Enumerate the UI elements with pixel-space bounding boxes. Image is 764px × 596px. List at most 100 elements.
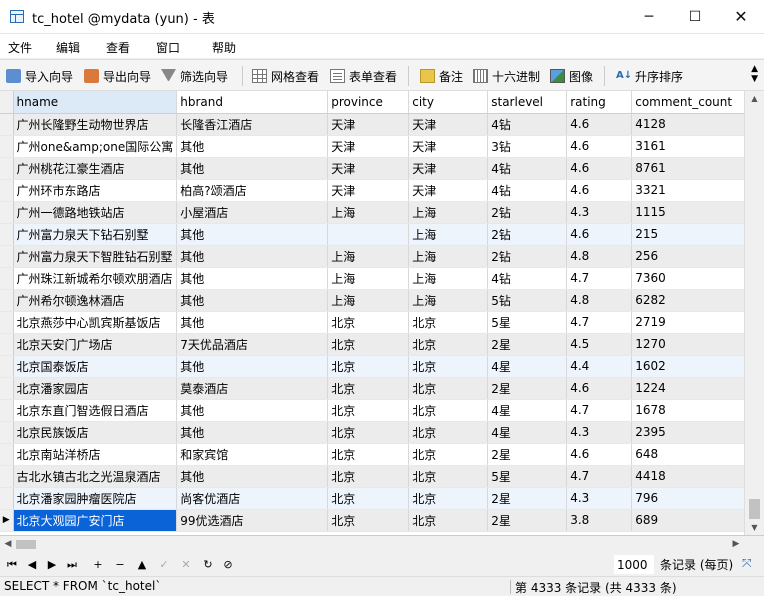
cell-starlevel[interactable]: 5星 bbox=[487, 465, 568, 488]
cell-comment-count[interactable]: 2395 bbox=[631, 421, 758, 444]
cell-hbrand[interactable]: 尚客优酒店 bbox=[176, 487, 329, 510]
cell-province[interactable]: 北京 bbox=[327, 487, 410, 510]
filter-wizard-button[interactable]: 筛选向导 bbox=[161, 66, 228, 86]
cell-rating[interactable]: 4.3 bbox=[566, 421, 633, 444]
column-header-starlevel[interactable]: starlevel bbox=[487, 91, 568, 114]
cell-hbrand[interactable]: 莫泰酒店 bbox=[176, 377, 329, 400]
cell-starlevel[interactable]: 2钻 bbox=[487, 245, 568, 268]
cell-province[interactable]: 北京 bbox=[327, 333, 410, 356]
row-header[interactable] bbox=[0, 421, 14, 444]
cell-province[interactable]: 北京 bbox=[327, 465, 410, 488]
cell-city[interactable]: 北京 bbox=[408, 509, 489, 532]
table-row[interactable]: 北京潘家园肿瘤医院店 尚客优酒店 北京 北京 2星 4.3 796 bbox=[0, 487, 758, 510]
cell-comment-count[interactable]: 3161 bbox=[631, 135, 758, 158]
cell-starlevel[interactable]: 4钻 bbox=[487, 179, 568, 202]
row-header[interactable] bbox=[0, 179, 14, 202]
cell-rating[interactable]: 4.3 bbox=[566, 201, 633, 224]
cell-comment-count[interactable]: 1602 bbox=[631, 355, 758, 378]
add-record-icon[interactable]: + bbox=[90, 556, 106, 573]
cell-starlevel[interactable]: 4星 bbox=[487, 421, 568, 444]
cell-province[interactable]: 北京 bbox=[327, 355, 410, 378]
last-record-icon[interactable]: ⏭ bbox=[64, 556, 80, 573]
row-header[interactable] bbox=[0, 399, 14, 422]
cell-hname[interactable]: 北京东直门智选假日酒店 bbox=[13, 399, 178, 422]
cell-province[interactable]: 上海 bbox=[327, 267, 410, 290]
cell-hname[interactable]: 广州一德路地铁站店 bbox=[13, 201, 178, 224]
import-wizard-button[interactable]: 导入向导 bbox=[6, 66, 73, 86]
cell-rating[interactable]: 4.3 bbox=[566, 487, 633, 510]
cell-starlevel[interactable]: 2星 bbox=[487, 443, 568, 466]
cell-starlevel[interactable]: 2星 bbox=[487, 333, 568, 356]
cell-rating[interactable]: 4.6 bbox=[566, 113, 633, 136]
image-button[interactable]: 图像 bbox=[550, 66, 593, 86]
export-wizard-button[interactable]: 导出向导 bbox=[84, 66, 151, 86]
cell-starlevel[interactable]: 2星 bbox=[487, 487, 568, 510]
cell-comment-count[interactable]: 689 bbox=[631, 509, 758, 532]
cell-province[interactable] bbox=[327, 223, 410, 246]
menu-help[interactable]: 帮助 bbox=[212, 39, 236, 56]
column-header-hbrand[interactable]: hbrand bbox=[176, 91, 329, 114]
cell-city[interactable]: 天津 bbox=[408, 135, 489, 158]
cell-comment-count[interactable]: 2719 bbox=[631, 311, 758, 334]
cell-city[interactable]: 北京 bbox=[408, 333, 489, 356]
cell-hbrand[interactable]: 小屋酒店 bbox=[176, 201, 329, 224]
cell-city[interactable]: 上海 bbox=[408, 267, 489, 290]
cell-comment-count[interactable]: 796 bbox=[631, 487, 758, 510]
cell-province[interactable]: 天津 bbox=[327, 157, 410, 180]
cell-hname[interactable]: 北京潘家园店 bbox=[13, 377, 178, 400]
row-header[interactable] bbox=[0, 113, 14, 136]
previous-record-icon[interactable]: ◀ bbox=[24, 556, 40, 573]
scroll-right-icon[interactable]: ▶ bbox=[728, 536, 744, 553]
cell-hname[interactable]: 北京南站洋桥店 bbox=[13, 443, 178, 466]
row-header[interactable] bbox=[0, 311, 14, 334]
cell-hname[interactable]: 北京潘家园肿瘤医院店 bbox=[13, 487, 178, 510]
row-header[interactable] bbox=[0, 245, 14, 268]
cell-hname[interactable]: 古北水镇古北之光温泉酒店 bbox=[13, 465, 178, 488]
cell-hname[interactable]: 广州长隆野生动物世界店 bbox=[13, 113, 178, 136]
table-row[interactable]: 北京东直门智选假日酒店 其他 北京 北京 4星 4.7 1678 bbox=[0, 399, 758, 422]
cell-rating[interactable]: 4.6 bbox=[566, 223, 633, 246]
cell-starlevel[interactable]: 5钻 bbox=[487, 289, 568, 312]
row-header[interactable] bbox=[0, 135, 14, 158]
cell-hname[interactable]: 广州环市东路店 bbox=[13, 179, 178, 202]
cell-hname[interactable]: 广州富力泉天下智胜钻石别墅 bbox=[13, 245, 178, 268]
menu-window[interactable]: 窗口 bbox=[156, 39, 180, 56]
table-row[interactable]: ▶ 北京大观园广安门店 99优选酒店 北京 北京 2星 3.8 689 bbox=[0, 509, 758, 532]
table-row[interactable]: 北京燕莎中心凯宾斯基饭店 其他 北京 北京 5星 4.7 2719 bbox=[0, 311, 758, 334]
cell-hbrand[interactable]: 柏高?颂酒店 bbox=[176, 179, 329, 202]
table-row[interactable]: 广州珠江新城希尔顿欢朋酒店 其他 上海 上海 4钻 4.7 7360 bbox=[0, 267, 758, 290]
toolbar-overflow-button[interactable]: ▲ ▼ bbox=[751, 64, 758, 84]
row-header[interactable] bbox=[0, 465, 14, 488]
scroll-left-icon[interactable]: ◀ bbox=[0, 536, 16, 553]
grid-view-button[interactable]: 网格查看 bbox=[252, 66, 319, 86]
next-record-icon[interactable]: ▶ bbox=[44, 556, 60, 573]
sort-ascending-button[interactable]: A↓ 升序排序 bbox=[616, 66, 683, 86]
horizontal-scrollbar[interactable]: ◀ ▶ bbox=[0, 536, 744, 553]
cell-province[interactable]: 天津 bbox=[327, 113, 410, 136]
table-row[interactable]: 北京民族饭店 其他 北京 北京 4星 4.3 2395 bbox=[0, 421, 758, 444]
column-header-comment-count[interactable]: comment_count bbox=[631, 91, 758, 114]
cell-city[interactable]: 上海 bbox=[408, 223, 489, 246]
table-row[interactable]: 北京国泰饭店 其他 北京 北京 4星 4.4 1602 bbox=[0, 355, 758, 378]
table-row[interactable]: 广州桃花江豪生酒店 其他 天津 天津 4钻 4.6 8761 bbox=[0, 157, 758, 180]
cell-province[interactable]: 北京 bbox=[327, 311, 410, 334]
cell-comment-count[interactable]: 256 bbox=[631, 245, 758, 268]
cell-city[interactable]: 天津 bbox=[408, 157, 489, 180]
cell-hname[interactable]: 北京天安门广场店 bbox=[13, 333, 178, 356]
cell-comment-count[interactable]: 1115 bbox=[631, 201, 758, 224]
cell-province[interactable]: 上海 bbox=[327, 245, 410, 268]
move-up-icon[interactable]: ▲ bbox=[134, 556, 150, 573]
vertical-scroll-thumb[interactable] bbox=[749, 499, 760, 519]
scroll-up-icon[interactable]: ▲ bbox=[745, 91, 764, 107]
cell-rating[interactable]: 4.7 bbox=[566, 465, 633, 488]
menu-edit[interactable]: 编辑 bbox=[56, 39, 80, 56]
cell-province[interactable]: 上海 bbox=[327, 289, 410, 312]
cell-province[interactable]: 北京 bbox=[327, 399, 410, 422]
table-row[interactable]: 北京潘家园店 莫泰酒店 北京 北京 2星 4.6 1224 bbox=[0, 377, 758, 400]
cell-hbrand[interactable]: 99优选酒店 bbox=[176, 509, 329, 532]
cell-rating[interactable]: 4.6 bbox=[566, 179, 633, 202]
cell-city[interactable]: 上海 bbox=[408, 289, 489, 312]
table-row[interactable]: 广州希尔顿逸林酒店 其他 上海 上海 5钻 4.8 6282 bbox=[0, 289, 758, 312]
column-header-hname[interactable]: hname bbox=[13, 91, 178, 114]
cell-province[interactable]: 北京 bbox=[327, 443, 410, 466]
